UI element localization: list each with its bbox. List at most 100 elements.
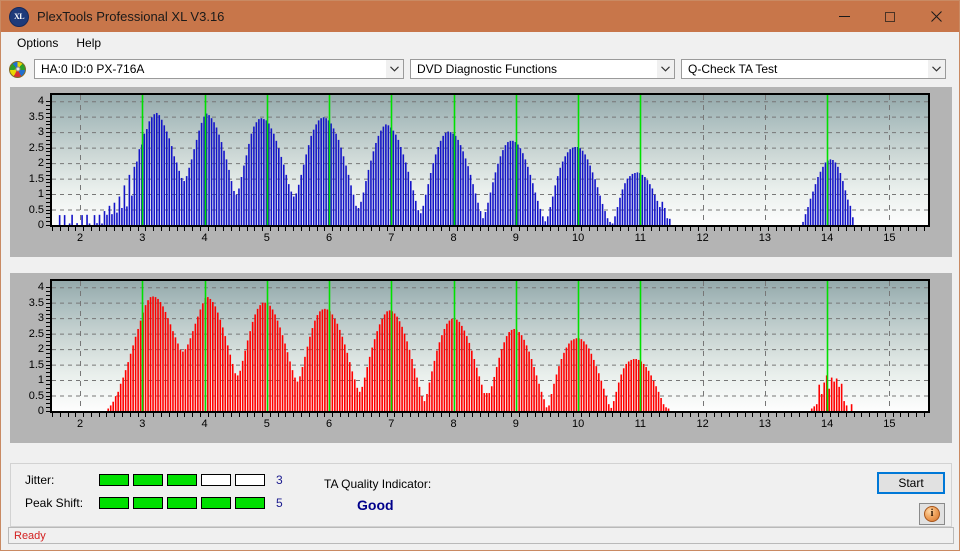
bar (667, 408, 670, 411)
y-axis-tick (46, 139, 50, 141)
bar (586, 159, 589, 225)
test-select[interactable]: Q-Check TA Test (681, 59, 946, 79)
bar (373, 339, 376, 411)
bar (810, 408, 813, 411)
peak-shift-plot-frame (50, 279, 930, 413)
bar (271, 309, 274, 411)
y-axis-tick (46, 302, 50, 304)
x-axis-tick (674, 413, 676, 417)
bar (314, 320, 316, 411)
jitter-label: Jitter: (25, 473, 55, 487)
bar (184, 349, 187, 411)
bar (173, 156, 176, 225)
bar (158, 115, 161, 225)
bar (849, 205, 852, 225)
drive-select[interactable]: HA:0 ID:0 PX-716A (34, 59, 404, 79)
bar (426, 393, 428, 411)
x-axis-tick (277, 227, 279, 231)
x-axis-tick (456, 227, 458, 231)
bar (221, 327, 224, 411)
x-axis-tick (892, 227, 894, 231)
bar (588, 348, 590, 411)
y-axis-tick (46, 205, 50, 207)
bar (218, 134, 220, 225)
bar (382, 126, 385, 225)
bar (556, 176, 559, 225)
bar (58, 215, 61, 225)
x-axis-tick (192, 413, 194, 417)
window-title: PlexTools Professional XL V3.16 (37, 9, 225, 24)
x-axis-tick (52, 227, 53, 231)
bar (490, 386, 493, 411)
bar (112, 401, 114, 411)
x-axis-tick (557, 413, 559, 417)
bar (458, 321, 461, 411)
y-axis-tick (46, 116, 50, 118)
y-axis-tick (46, 178, 50, 180)
bar (163, 125, 166, 225)
bar (424, 194, 427, 225)
x-axis-tick (301, 227, 303, 231)
x-axis-tick (565, 227, 567, 231)
x-axis-tick (736, 413, 738, 417)
y-axis-tick (46, 337, 50, 339)
bar (116, 212, 118, 225)
x-axis-tick (75, 227, 77, 231)
bar (224, 336, 227, 411)
bar (549, 207, 552, 225)
x-axis-tick (83, 227, 85, 231)
maximize-button[interactable] (867, 1, 913, 32)
y-axis-tick (46, 155, 50, 157)
bar (223, 150, 225, 225)
bar (152, 296, 154, 411)
bar (456, 319, 458, 411)
bar (365, 181, 367, 225)
bar (505, 336, 508, 411)
bar (375, 142, 377, 225)
x-axis-tick (433, 413, 435, 417)
bar (243, 165, 245, 225)
bar (656, 200, 659, 225)
bar (504, 145, 507, 225)
menu-item-help[interactable]: Help (67, 34, 110, 52)
info-button[interactable]: i (919, 503, 945, 525)
y-axis-tick (46, 186, 50, 188)
menu-item-options[interactable]: Options (8, 34, 67, 52)
x-axis-tick (456, 413, 458, 417)
bar (528, 351, 530, 411)
bar (356, 387, 359, 411)
bar (207, 297, 209, 411)
x-axis-tick (760, 413, 762, 417)
y-axis-tick-label: 4 (37, 281, 44, 294)
function-select[interactable]: DVD Diagnostic Functions (410, 59, 675, 79)
start-button[interactable]: Start (877, 472, 945, 494)
bar (162, 306, 164, 411)
bar (124, 370, 127, 411)
bar (200, 122, 203, 225)
bar (550, 393, 553, 411)
bar (617, 382, 620, 411)
x-axis-tick (495, 413, 497, 417)
bar (387, 125, 390, 225)
bar (71, 214, 73, 225)
bar (311, 328, 314, 411)
bar (439, 140, 442, 225)
x-axis-tick-label: 3 (139, 232, 146, 244)
x-axis-tick (207, 227, 209, 231)
close-button[interactable] (913, 1, 959, 32)
x-axis-tick-label: 14 (821, 418, 834, 430)
x-axis-tick (371, 227, 373, 231)
x-axis-tick (713, 227, 715, 231)
minimize-button[interactable] (821, 1, 867, 32)
x-axis-tick (192, 227, 194, 231)
window-controls (821, 1, 959, 32)
bar (659, 207, 661, 225)
x-axis-tick (830, 227, 832, 231)
x-axis-tick (721, 227, 723, 231)
bar (255, 122, 258, 225)
bar (561, 161, 564, 225)
x-axis-tick (845, 413, 847, 417)
x-axis-tick (503, 413, 505, 417)
bar (291, 370, 294, 411)
x-axis-tick (830, 413, 832, 417)
